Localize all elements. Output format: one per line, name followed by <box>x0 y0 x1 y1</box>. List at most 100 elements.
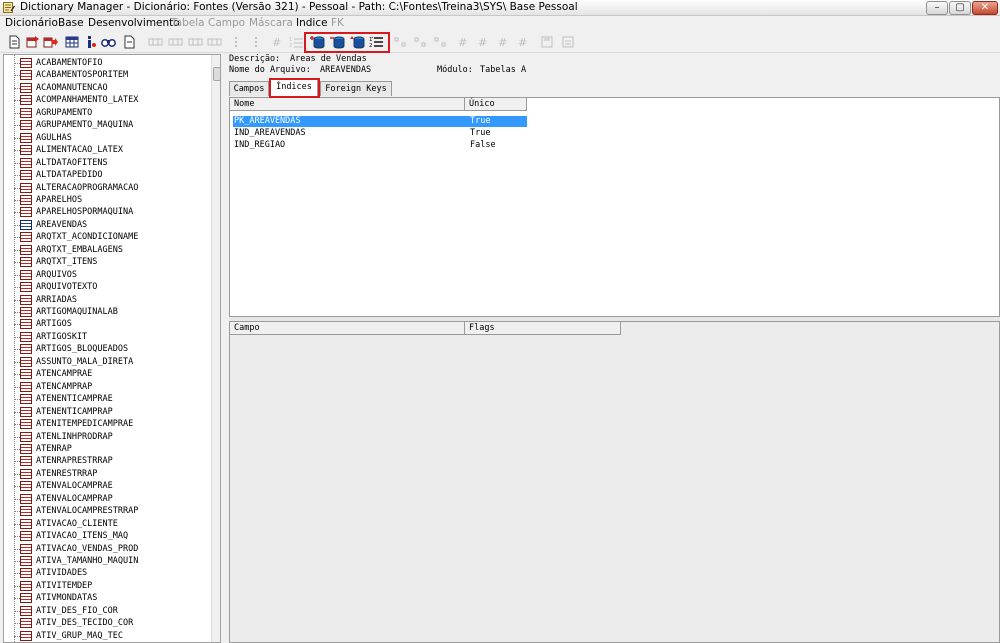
tree-item[interactable]: ARTIGOMAQUINALAB <box>4 306 209 318</box>
columns-icon[interactable] <box>188 35 203 49</box>
menu-fk[interactable]: FK <box>331 17 344 29</box>
tree-item[interactable]: ALTERACAOPROGRAMACAO <box>4 182 209 194</box>
tab-campos[interactable]: Campos <box>229 81 269 96</box>
index-name-cell[interactable]: IND_AREAVENDAS <box>234 128 306 139</box>
tree-item[interactable]: ATENVALOCAMPRESTRRAP <box>4 505 209 517</box>
indices-grid[interactable]: Nome Único PK_AREAVENDAS True IND_AREAVE… <box>229 97 1000 317</box>
tree-item[interactable]: ATENENTICAMPRAE <box>4 393 209 405</box>
index-unique-cell[interactable]: True <box>470 116 490 127</box>
tree-item[interactable]: ALIMENTACAO_LATEX <box>4 144 209 156</box>
tree-item[interactable]: ASSUNTO_MALA_DIRETA <box>4 356 209 368</box>
tree-item[interactable]: ALTDATAOFITENS <box>4 157 209 169</box>
index-name-cell[interactable]: PK_AREAVENDAS <box>234 116 301 127</box>
menu-indice[interactable]: Indice <box>296 17 328 29</box>
arrow-right-red-icon[interactable] <box>43 35 58 49</box>
open-red-icon[interactable] <box>25 35 40 49</box>
tree-item[interactable]: ATENCAMPRAE <box>4 368 209 380</box>
hash-icon[interactable]: # <box>476 35 491 49</box>
tree-item[interactable]: ATIVIDADES <box>4 567 209 579</box>
tree-item[interactable]: ATIVA_TAMANHO_MAQUIN <box>4 555 209 567</box>
menu-tabela[interactable]: Tabela <box>171 17 205 29</box>
tab-foreign-keys[interactable]: Foreign Keys <box>320 81 392 96</box>
hash-icon[interactable]: # <box>456 35 471 49</box>
tree-item[interactable]: ARTIGOS <box>4 318 209 330</box>
tree-item[interactable]: ARRIADAS <box>4 294 209 306</box>
tree-item[interactable]: ATENCAMPRAP <box>4 381 209 393</box>
column-header-campo[interactable]: Campo <box>230 322 465 335</box>
tree-item[interactable]: ARQTXT_EMBALAGENS <box>4 244 209 256</box>
tree-item[interactable]: ATIVACAO_CLIENTE <box>4 518 209 530</box>
tree-scrollbar[interactable] <box>211 55 220 642</box>
menu-campo[interactable]: Campo <box>208 17 245 29</box>
index-unique-cell[interactable]: True <box>470 128 490 139</box>
save-icon[interactable] <box>540 35 555 49</box>
tree-item[interactable]: ACABAMENTOFIO <box>4 57 209 69</box>
menu-mascara[interactable]: Máscara <box>249 17 293 29</box>
tree-item[interactable]: APARELHOSPORMAQUINA <box>4 206 209 218</box>
tree-scroll-thumb[interactable] <box>213 67 220 81</box>
tree-item[interactable]: ATENENTICAMPRAP <box>4 406 209 418</box>
field-icon[interactable] <box>229 35 244 49</box>
tree-item[interactable]: ATENRAPRESTRRAP <box>4 455 209 467</box>
column-header-flags[interactable]: Flags <box>465 322 621 335</box>
columns-icon[interactable] <box>168 35 183 49</box>
export-icon[interactable] <box>561 35 576 49</box>
close-button[interactable]: ✕ <box>972 1 998 15</box>
tree-item[interactable]: ATIVACAO_ITENS_MAQ <box>4 530 209 542</box>
column-header-unico[interactable]: Único <box>465 98 527 111</box>
grid-blue-icon[interactable] <box>65 35 80 49</box>
maximize-button[interactable]: ▢ <box>949 1 971 15</box>
tree-item[interactable]: ACAOMANUTENCAO <box>4 82 209 94</box>
columns-icon[interactable] <box>207 35 222 49</box>
tree-item[interactable]: ARQTXT_ITENS <box>4 256 209 268</box>
column-header-nome[interactable]: Nome <box>230 98 465 111</box>
menu-desenvolvimento[interactable]: Desenvolvimento <box>88 17 180 29</box>
hash-icon[interactable]: # <box>516 35 531 49</box>
tree-item[interactable]: ARQUIVOTEXTO <box>4 281 209 293</box>
tree-item[interactable]: ATIV_DES_FIO_COR <box>4 605 209 617</box>
tree-item[interactable]: ATIVACAO_VENDAS_PROD <box>4 543 209 555</box>
tree-item[interactable]: ATENRESTRRAP <box>4 468 209 480</box>
tree-item[interactable]: ARQTXT_ACONDICIONAME <box>4 231 209 243</box>
index-name-cell[interactable]: IND_REGIAO <box>234 140 285 151</box>
numbered-list-icon[interactable]: 12 <box>289 35 304 49</box>
columns-icon[interactable] <box>148 35 163 49</box>
tree-item[interactable]: AGRUPAMENTO_MAQUINA <box>4 119 209 131</box>
tree-item[interactable]: ALTDATAPEDIDO <box>4 169 209 181</box>
tree-item[interactable]: ATIVITEMDEP <box>4 580 209 592</box>
tree-item[interactable]: ARTIGOSKIT <box>4 331 209 343</box>
tree-item[interactable]: ATIV_DES_TECIDO_COR <box>4 617 209 629</box>
tree-item[interactable]: ATENVALOCAMPRAE <box>4 480 209 492</box>
delete-index-icon[interactable] <box>330 35 345 49</box>
hash-icon[interactable]: # <box>270 35 285 49</box>
tree-item[interactable]: ACOMPANHAMENTO_LATEX <box>4 94 209 106</box>
tree-item[interactable]: ACABAMENTOSPORITEM <box>4 69 209 81</box>
binoculars-icon[interactable] <box>101 35 116 49</box>
field-icon[interactable] <box>249 35 264 49</box>
edit-index-icon[interactable] <box>350 35 365 49</box>
tree-item[interactable]: AGRUPAMENTO <box>4 107 209 119</box>
document-icon[interactable] <box>122 35 137 49</box>
tree-item[interactable]: APARELHOS <box>4 194 209 206</box>
tree-item[interactable]: ATIVMONDATAS <box>4 592 209 604</box>
tree-item[interactable]: ATENLINHPRODRAP <box>4 431 209 443</box>
table-tree[interactable]: ACABAMENTOFIO ACABAMENTOSPORITEM ACAOMANUT… <box>3 54 221 643</box>
fk-icon[interactable] <box>413 35 428 49</box>
tree-item[interactable]: AREAVENDAS <box>4 219 209 231</box>
tree-item[interactable]: AGULHAS <box>4 132 209 144</box>
menu-base[interactable]: Base <box>58 17 84 29</box>
menu-dicionario[interactable]: Dicionário <box>5 17 58 29</box>
info-icon[interactable] <box>83 35 98 49</box>
fk-icon[interactable] <box>433 35 448 49</box>
tree-item[interactable]: ARTIGOS_BLOQUEADOS <box>4 343 209 355</box>
tree-item[interactable]: ARQUIVOS <box>4 269 209 281</box>
minimize-button[interactable]: – <box>926 1 948 15</box>
fk-icon[interactable] <box>393 35 408 49</box>
index-unique-cell[interactable]: False <box>470 140 496 151</box>
tree-item[interactable]: ATENVALOCAMPRAP <box>4 493 209 505</box>
tree-item[interactable]: ATIV_GRUP_MAQ_TEC <box>4 630 209 642</box>
add-index-icon[interactable] <box>310 35 325 49</box>
new-document-icon[interactable] <box>7 35 22 49</box>
index-fields-grid[interactable]: Campo Flags <box>229 321 1000 643</box>
tree-item[interactable]: ATENRAP <box>4 443 209 455</box>
